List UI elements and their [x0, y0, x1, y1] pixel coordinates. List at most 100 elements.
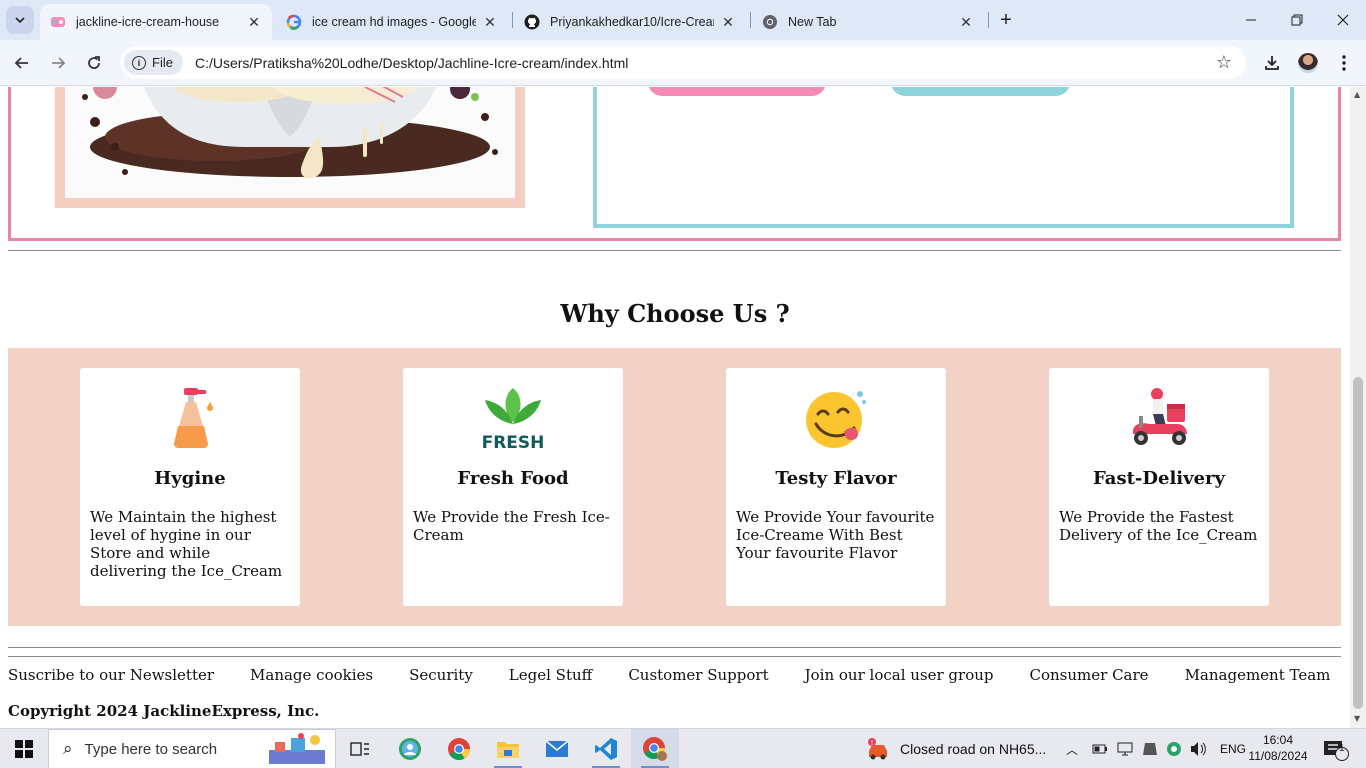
- download-icon[interactable]: [1257, 48, 1287, 78]
- footer-link-management-team[interactable]: Management Team: [1185, 666, 1331, 688]
- fresh-icon-text: FRESH: [482, 433, 545, 450]
- tab-title: ice cream hd images - Google S: [312, 15, 476, 29]
- feature-card-fresh-food: FRESH Fresh Food We Provide the Fresh Ic…: [403, 368, 623, 606]
- language-indicator[interactable]: ENG: [1220, 742, 1246, 756]
- clock[interactable]: 16:04 11/08/2024: [1248, 732, 1308, 764]
- network-icon[interactable]: [1116, 741, 1134, 757]
- chrome-profile-taskbar-icon[interactable]: [631, 729, 679, 768]
- site-info-chip[interactable]: i File: [124, 50, 183, 75]
- scrollbar-thumb[interactable]: [1353, 377, 1363, 709]
- action-center-icon[interactable]: 1: [1322, 729, 1352, 768]
- info-icon: i: [132, 55, 146, 70]
- chevron-down-icon: [15, 17, 25, 24]
- close-tab-icon[interactable]: ✕: [482, 14, 498, 30]
- fresh-leaf-icon: FRESH: [403, 386, 623, 450]
- view-menu-button[interactable]: [891, 87, 1070, 96]
- system-tray: ︿ ENG: [1066, 729, 1246, 768]
- close-tab-icon[interactable]: ✕: [958, 14, 974, 30]
- feature-title: Fresh Food: [457, 468, 569, 489]
- forward-arrow-icon[interactable]: [43, 48, 73, 78]
- avatar: [1298, 53, 1318, 73]
- volume-icon[interactable]: [1190, 741, 1208, 757]
- scroll-up-arrow-icon[interactable]: ▲: [1354, 90, 1360, 99]
- taskbar-search-placeholder: Type here to search: [84, 740, 218, 758]
- battery-icon[interactable]: [1092, 743, 1108, 755]
- feature-title: Fast-Delivery: [1093, 468, 1225, 489]
- scroll-down-arrow-icon[interactable]: ▼: [1354, 714, 1360, 723]
- minimize-icon[interactable]: [1228, 0, 1274, 40]
- tab-title: Priyankakhedkar10/Icre-Cream: [550, 15, 714, 29]
- back-arrow-icon[interactable]: [7, 48, 37, 78]
- footer-link-user-group[interactable]: Join our local user group: [805, 666, 994, 688]
- people-app-icon[interactable]: [386, 729, 434, 768]
- sync-icon[interactable]: [1166, 741, 1182, 757]
- traffic-alert-icon: !: [868, 738, 887, 760]
- chrome-icon: [762, 14, 778, 30]
- drive-icon[interactable]: [1142, 741, 1158, 757]
- tab-google-search[interactable]: ice cream hd images - Google S ✕: [276, 4, 508, 40]
- tab-github[interactable]: Priyankakhedkar10/Icre-Cream ✕: [514, 4, 746, 40]
- ice-cream-image: [65, 87, 515, 198]
- traffic-notification[interactable]: ! Closed road on NH65...: [866, 729, 1046, 768]
- reload-icon[interactable]: [79, 48, 109, 78]
- windows-taskbar: ⌕ Type here to search ! Closed road on N…: [0, 728, 1366, 768]
- tab-search-button[interactable]: [6, 6, 34, 34]
- notification-text: Closed road on NH65...: [900, 741, 1047, 757]
- clock-time: 16:04: [1262, 733, 1294, 747]
- footer-link-cookies[interactable]: Manage cookies: [250, 666, 373, 688]
- bookmark-star-icon[interactable]: ☆: [1216, 52, 1232, 73]
- order-now-button[interactable]: [648, 87, 826, 96]
- delivery-scooter-icon: [1049, 386, 1269, 450]
- hygiene-soap-icon: [80, 386, 300, 450]
- footer-link-customer-support[interactable]: Customer Support: [628, 666, 768, 688]
- feature-description: We Provide Your favourite Ice-Creame Wit…: [736, 508, 935, 562]
- footer-links: Suscribe to our Newsletter Manage cookie…: [8, 666, 1350, 688]
- tab-new-tab[interactable]: New Tab ✕: [752, 4, 984, 40]
- browser-toolbar: i File C:/Users/Pratiksha%20Lodhe/Deskto…: [0, 40, 1366, 86]
- close-window-icon[interactable]: [1320, 0, 1366, 40]
- mail-icon[interactable]: [533, 729, 581, 768]
- hero-info-panel: [593, 87, 1294, 228]
- page-viewport: Why Choose Us ? Hygine We Maintain the h…: [0, 87, 1350, 728]
- feature-description: We Provide the Fresh Ice-Cream: [413, 508, 610, 544]
- restore-icon[interactable]: [1274, 0, 1320, 40]
- github-icon: [524, 14, 540, 30]
- divider: [8, 250, 1341, 251]
- footer-link-security[interactable]: Security: [409, 666, 473, 688]
- url-text[interactable]: C:/Users/Pratiksha%20Lodhe/Desktop/Jachl…: [195, 55, 628, 71]
- footer-link-newsletter[interactable]: Suscribe to our Newsletter: [8, 666, 214, 688]
- tab-icecream-house[interactable]: jackline-icre-cream-house ✕: [40, 4, 272, 40]
- site-info-label: File: [152, 55, 173, 70]
- windows-start-icon[interactable]: [0, 729, 48, 768]
- feature-description: We Maintain the highest level of hygine …: [90, 508, 283, 580]
- divider: [8, 656, 1341, 657]
- feature-title: Hygine: [154, 468, 226, 489]
- show-hidden-icons-chevron-icon[interactable]: ︿: [1066, 741, 1084, 758]
- site-favicon-icon: [50, 14, 66, 30]
- features-section: Hygine We Maintain the highest level of …: [8, 348, 1341, 626]
- close-tab-icon[interactable]: ✕: [720, 14, 736, 30]
- task-view-icon[interactable]: [336, 729, 384, 768]
- feature-card-tasty-flavor: Testy Flavor We Provide Your favourite I…: [726, 368, 946, 606]
- more-menu-icon[interactable]: [1329, 48, 1359, 78]
- close-tab-icon[interactable]: ✕: [246, 14, 262, 30]
- taskbar-search-box[interactable]: ⌕ Type here to search: [48, 729, 336, 768]
- chrome-taskbar-icon[interactable]: [435, 729, 483, 768]
- tab-strip: jackline-icre-cream-house ✕ ice cream hd…: [0, 0, 1366, 40]
- copyright-text: Copyright 2024 JacklineExpress, Inc.: [8, 702, 320, 720]
- new-tab-plus-icon[interactable]: +: [994, 8, 1018, 32]
- footer-link-legal[interactable]: Legel Stuff: [509, 666, 593, 688]
- profile-avatar[interactable]: [1293, 48, 1323, 78]
- google-icon: [286, 14, 302, 30]
- feature-card-fast-delivery: Fast-Delivery We Provide the Fastest Del…: [1049, 368, 1269, 606]
- file-explorer-icon[interactable]: [484, 729, 532, 768]
- footer-link-consumer-care[interactable]: Consumer Care: [1030, 666, 1149, 688]
- page-scrollbar[interactable]: ▲ ▼: [1350, 87, 1366, 728]
- tab-title: New Tab: [788, 15, 837, 29]
- divider: [8, 647, 1341, 648]
- tab-divider: [512, 12, 513, 28]
- vscode-icon[interactable]: [582, 729, 630, 768]
- tab-divider: [988, 12, 989, 28]
- clock-date: 11/08/2024: [1248, 749, 1308, 763]
- address-bar[interactable]: i File C:/Users/Pratiksha%20Lodhe/Deskto…: [120, 46, 1246, 79]
